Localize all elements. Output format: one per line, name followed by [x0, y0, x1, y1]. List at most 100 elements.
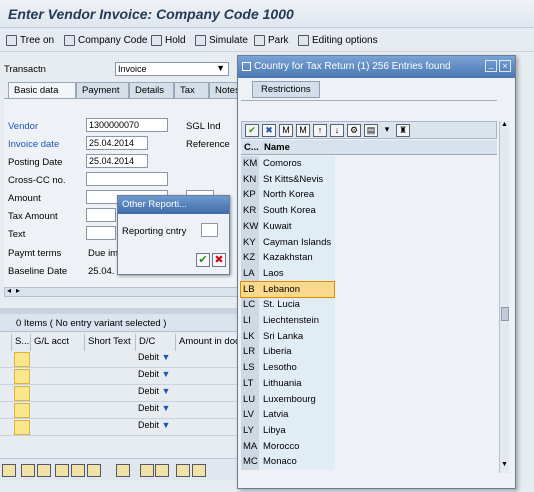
- tab-basic-data[interactable]: Basic data: [8, 82, 76, 98]
- add-row-icon[interactable]: [71, 464, 85, 477]
- dc-cell[interactable]: Debit ▼: [138, 386, 170, 401]
- column-dc[interactable]: D/C: [136, 334, 176, 351]
- check-icon[interactable]: ✔: [245, 124, 259, 137]
- tax-amount-field[interactable]: [86, 208, 116, 222]
- hold-button[interactable]: Hold: [151, 33, 186, 47]
- dc-cell[interactable]: Debit ▼: [138, 369, 170, 384]
- scroll-down-icon[interactable]: ▼: [501, 461, 508, 468]
- list-item[interactable]: LU Luxembourg: [241, 392, 334, 408]
- simulate-button[interactable]: Simulate: [195, 33, 248, 47]
- scroll-right-icon[interactable]: ▸: [16, 286, 20, 295]
- list-item[interactable]: LB Lebanon: [240, 280, 335, 299]
- cross-cc-field[interactable]: [86, 172, 168, 186]
- list-item[interactable]: MA Morocco: [241, 439, 334, 455]
- company-code-button[interactable]: Company Code: [64, 33, 147, 47]
- list-item[interactable]: LI Liechtenstein: [241, 313, 334, 329]
- dc-cell[interactable]: Debit ▼: [138, 403, 170, 418]
- column-code[interactable]: C...: [244, 142, 259, 153]
- tab-restrictions[interactable]: Restrictions: [252, 81, 320, 98]
- column-status[interactable]: S...: [12, 334, 31, 351]
- column-name[interactable]: Name: [264, 142, 290, 153]
- list-item[interactable]: LV Latvia: [241, 407, 334, 423]
- reporting-country-field[interactable]: [201, 223, 218, 237]
- filter-icon[interactable]: [192, 464, 206, 477]
- list-item[interactable]: KN St Kitts&Nevis: [241, 172, 334, 188]
- settings-icon[interactable]: ⚙: [347, 124, 361, 137]
- status-cell[interactable]: [14, 403, 30, 418]
- vertical-scrollbar[interactable]: ▲ ▼: [499, 121, 509, 473]
- scroll-up-icon[interactable]: ▲: [501, 121, 508, 128]
- remove-row-icon[interactable]: [87, 464, 101, 477]
- status-cell[interactable]: [14, 420, 30, 435]
- sort-icon[interactable]: [176, 464, 190, 477]
- list-item[interactable]: LA Laos: [241, 266, 334, 282]
- sort-ascending-icon[interactable]: ↑: [313, 124, 327, 137]
- tree-icon: [6, 34, 17, 46]
- tab-tax[interactable]: Tax: [174, 82, 209, 98]
- transaction-dropdown[interactable]: Invoice ▼: [115, 62, 229, 76]
- print-icon[interactable]: ▤: [364, 124, 378, 137]
- details-icon[interactable]: [2, 464, 16, 477]
- posting-date-field[interactable]: 25.04.2014: [86, 154, 148, 168]
- dc-cell[interactable]: Debit ▼: [138, 352, 170, 367]
- scroll-left-icon[interactable]: ◂: [7, 286, 11, 295]
- country-code: KZ: [243, 252, 256, 264]
- column-selector[interactable]: [0, 334, 12, 351]
- page-title: Enter Vendor Invoice: Company Code 1000: [8, 6, 294, 22]
- scrollbar-thumb[interactable]: [501, 307, 509, 321]
- delete-row-icon[interactable]: [37, 464, 51, 477]
- find-next-icon[interactable]: M: [296, 124, 310, 137]
- country-code: LY: [243, 424, 254, 436]
- cancel-x-icon[interactable]: ✖: [212, 253, 226, 267]
- insert-row-icon[interactable]: [21, 464, 35, 477]
- sort-descending-icon[interactable]: ↓: [330, 124, 344, 137]
- list-item[interactable]: KP North Korea: [241, 187, 334, 203]
- list-item[interactable]: MC Monaco: [241, 454, 334, 470]
- vendor-field[interactable]: 1300000070: [86, 118, 168, 132]
- tab-notes[interactable]: Notes: [209, 82, 240, 98]
- country-search-help-window: Country for Tax Return (1) 256 Entries f…: [237, 55, 516, 489]
- list-item[interactable]: KR South Korea: [241, 203, 334, 219]
- list-item[interactable]: KZ Kazakhstan: [241, 250, 334, 266]
- list-item[interactable]: LY Libya: [241, 423, 334, 439]
- copy-icon[interactable]: [140, 464, 154, 477]
- cancel-icon[interactable]: ✖: [262, 124, 276, 137]
- confirm-check-icon[interactable]: ✔: [196, 253, 210, 267]
- select-all-icon[interactable]: [116, 464, 130, 477]
- close-icon[interactable]: ×: [499, 60, 511, 72]
- tab-payment[interactable]: Payment: [76, 82, 129, 98]
- tree-on-button[interactable]: Tree on: [6, 33, 54, 47]
- simulate-icon: [195, 34, 206, 46]
- status-cell[interactable]: [14, 386, 30, 401]
- posting-date-label: Posting Date: [8, 157, 63, 168]
- list-item[interactable]: LS Lesotho: [241, 360, 334, 376]
- horizontal-scrollbar[interactable]: ◂ ▸: [4, 286, 240, 297]
- popup-title-bar: Country for Tax Return (1) 256 Entries f…: [238, 56, 515, 78]
- list-item[interactable]: LK Sri Lanka: [241, 329, 334, 345]
- list-item[interactable]: LT Lithuania: [241, 376, 334, 392]
- status-cell[interactable]: [14, 369, 30, 384]
- tab-details[interactable]: Details: [129, 82, 174, 98]
- editing-options-button[interactable]: Editing options: [298, 33, 378, 47]
- dc-cell[interactable]: Debit ▼: [138, 420, 170, 435]
- list-item[interactable]: LC St. Lucia: [241, 297, 334, 313]
- sgl-ind-label: SGL Ind: [186, 121, 221, 132]
- personal-list-icon[interactable]: ♜: [396, 124, 410, 137]
- chevron-down-icon[interactable]: ▾: [383, 124, 391, 137]
- column-short-text[interactable]: Short Text: [85, 334, 136, 351]
- text-field[interactable]: [86, 226, 116, 240]
- paste-icon[interactable]: [155, 464, 169, 477]
- list-item[interactable]: KW Kuwait: [241, 219, 334, 235]
- minimize-icon[interactable]: _: [485, 60, 497, 72]
- title-bar: Enter Vendor Invoice: Company Code 1000: [0, 0, 534, 28]
- column-amount[interactable]: Amount in doc: [176, 334, 240, 351]
- column-gl-acct[interactable]: G/L acct: [31, 334, 85, 351]
- list-item[interactable]: KY Cayman Islands: [241, 235, 334, 251]
- copy-row-icon[interactable]: [55, 464, 69, 477]
- status-cell[interactable]: [14, 352, 30, 367]
- park-button[interactable]: Park: [254, 33, 289, 47]
- list-item[interactable]: LR Liberia: [241, 344, 334, 360]
- find-icon[interactable]: M: [279, 124, 293, 137]
- list-item[interactable]: KM Comoros: [241, 156, 334, 172]
- invoice-date-field[interactable]: 25.04.2014: [86, 136, 148, 150]
